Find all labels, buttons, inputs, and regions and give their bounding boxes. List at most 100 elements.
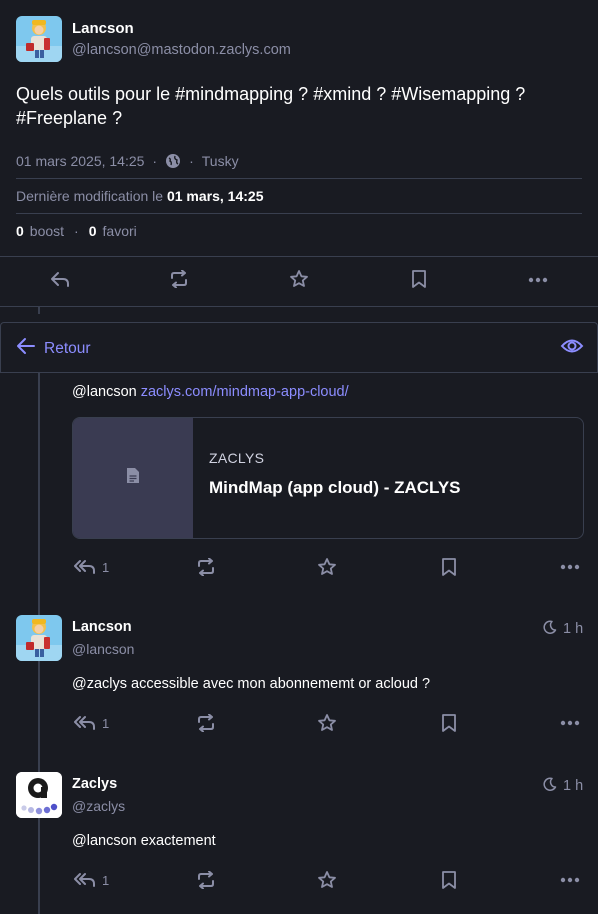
author-handle[interactable]: @lancson@mastodon.zaclys.com xyxy=(72,42,291,58)
relative-time: 1 h xyxy=(563,778,584,794)
edited-label: Dernière modification le xyxy=(16,188,164,204)
link-preview-card[interactable]: ZACLYS MindMap (app cloud) - ZACLYS xyxy=(72,417,584,539)
reply-content: @zaclys accessible avec mon abonnememt o… xyxy=(72,676,430,692)
author-name[interactable]: Lancson xyxy=(72,20,134,37)
hashtag-link[interactable]: #mindmapping xyxy=(175,84,293,104)
reply-text: exactement xyxy=(136,833,216,849)
boost-label[interactable]: boost xyxy=(30,223,64,239)
post-time[interactable]: 1 h xyxy=(543,777,583,795)
mention-link[interactable]: @lancson xyxy=(72,833,137,849)
more-icon xyxy=(560,720,580,726)
more-button[interactable] xyxy=(560,564,580,570)
avatar[interactable] xyxy=(16,772,62,818)
thread-line xyxy=(38,306,40,314)
mention-link[interactable]: @zaclys xyxy=(72,676,127,692)
bookmark-icon xyxy=(441,557,457,577)
reply-content: @lancson exactement xyxy=(72,833,216,849)
author-name[interactable]: Lancson xyxy=(72,619,132,635)
bookmark-icon xyxy=(441,870,457,890)
card-title: MindMap (app cloud) - ZACLYS xyxy=(209,478,461,497)
more-icon xyxy=(560,564,580,570)
mention-link[interactable]: @lancson xyxy=(72,384,137,400)
reply-all-icon xyxy=(74,714,96,732)
divider xyxy=(16,178,582,179)
reply-text: accessible avec mon abonnememt or acloud… xyxy=(127,676,431,692)
globe-icon xyxy=(165,153,181,169)
favourite-button[interactable] xyxy=(317,870,337,890)
reply-count: 1 xyxy=(102,872,110,888)
reply-button[interactable]: 1 xyxy=(74,714,109,732)
more-button[interactable] xyxy=(560,720,580,726)
bookmark-button[interactable] xyxy=(411,269,427,289)
meta-dot: · xyxy=(152,153,158,169)
boost-count[interactable]: 0 xyxy=(16,223,24,239)
favourite-button[interactable] xyxy=(289,269,309,289)
reply-icon xyxy=(50,270,70,288)
more-button[interactable] xyxy=(528,277,548,283)
fav-count[interactable]: 0 xyxy=(89,223,97,239)
boost-button[interactable] xyxy=(196,714,216,732)
favourite-button[interactable] xyxy=(317,713,337,733)
moon-icon xyxy=(543,620,557,638)
author-handle[interactable]: @zaclys xyxy=(72,798,125,814)
boost-icon xyxy=(196,558,216,576)
reply-all-icon xyxy=(74,558,96,576)
boost-button[interactable] xyxy=(169,270,189,288)
bookmark-button[interactable] xyxy=(441,713,457,733)
post-time[interactable]: 1 h xyxy=(543,620,583,638)
url-link[interactable]: zaclys.com/mindmap-app-cloud/ xyxy=(141,384,349,400)
star-icon xyxy=(317,713,337,733)
eye-icon[interactable] xyxy=(560,336,584,361)
meta-dot: · xyxy=(74,223,79,239)
card-provider: ZACLYS xyxy=(209,450,265,466)
divider xyxy=(0,256,598,257)
reply-button[interactable] xyxy=(50,270,70,288)
back-label: Retour xyxy=(44,339,91,357)
divider xyxy=(0,306,598,307)
reply-button[interactable]: 1 xyxy=(74,558,109,576)
more-icon xyxy=(560,877,580,883)
favourite-button[interactable] xyxy=(317,557,337,577)
author-handle[interactable]: @lancson xyxy=(72,641,134,657)
bookmark-button[interactable] xyxy=(441,870,457,890)
edited-date: 01 mars, 14:25 xyxy=(166,188,264,204)
hashtag-link[interactable]: #xmind xyxy=(313,84,371,104)
fav-label[interactable]: favori xyxy=(103,223,137,239)
column-header: Retour xyxy=(0,322,598,373)
meta-dot: · xyxy=(189,153,194,169)
arrow-left-icon xyxy=(16,337,36,360)
card-thumbnail xyxy=(73,418,193,538)
more-button[interactable] xyxy=(560,877,580,883)
avatar[interactable] xyxy=(16,16,62,62)
reply-all-icon xyxy=(74,871,96,889)
moon-icon xyxy=(543,777,557,795)
edited-info[interactable]: Dernière modification le 01 mars, 14:25 xyxy=(16,188,264,204)
bookmark-icon xyxy=(441,713,457,733)
hashtag-link[interactable]: #Freeplane xyxy=(16,108,107,128)
boost-icon xyxy=(196,871,216,889)
post-text: Quels outils pour le xyxy=(16,84,176,104)
boost-icon xyxy=(169,270,189,288)
boost-icon xyxy=(196,714,216,732)
relative-time: 1 h xyxy=(563,621,584,637)
boost-button[interactable] xyxy=(196,871,216,889)
star-icon xyxy=(317,557,337,577)
back-button[interactable]: Retour xyxy=(16,337,91,360)
bookmark-button[interactable] xyxy=(441,557,457,577)
boost-button[interactable] xyxy=(196,558,216,576)
post-date[interactable]: 01 mars 2025, 14:25 xyxy=(16,153,144,169)
document-icon xyxy=(126,467,140,489)
reply-content: @lancson zaclys.com/mindmap-app-cloud/ xyxy=(72,384,349,400)
more-icon xyxy=(528,277,548,283)
hashtag-link[interactable]: #Wisemapping xyxy=(391,84,510,104)
post-meta: 01 mars 2025, 14:25 · · Tusky xyxy=(16,153,239,169)
author-name[interactable]: Zaclys xyxy=(72,776,117,792)
reply-button[interactable]: 1 xyxy=(74,871,109,889)
star-icon xyxy=(317,870,337,890)
reply-count: 1 xyxy=(102,559,110,575)
bookmark-icon xyxy=(411,269,427,289)
post-stats: 0 boost · 0 favori xyxy=(16,223,137,239)
post-client[interactable]: Tusky xyxy=(202,153,239,169)
avatar[interactable] xyxy=(16,615,62,661)
star-icon xyxy=(289,269,309,289)
